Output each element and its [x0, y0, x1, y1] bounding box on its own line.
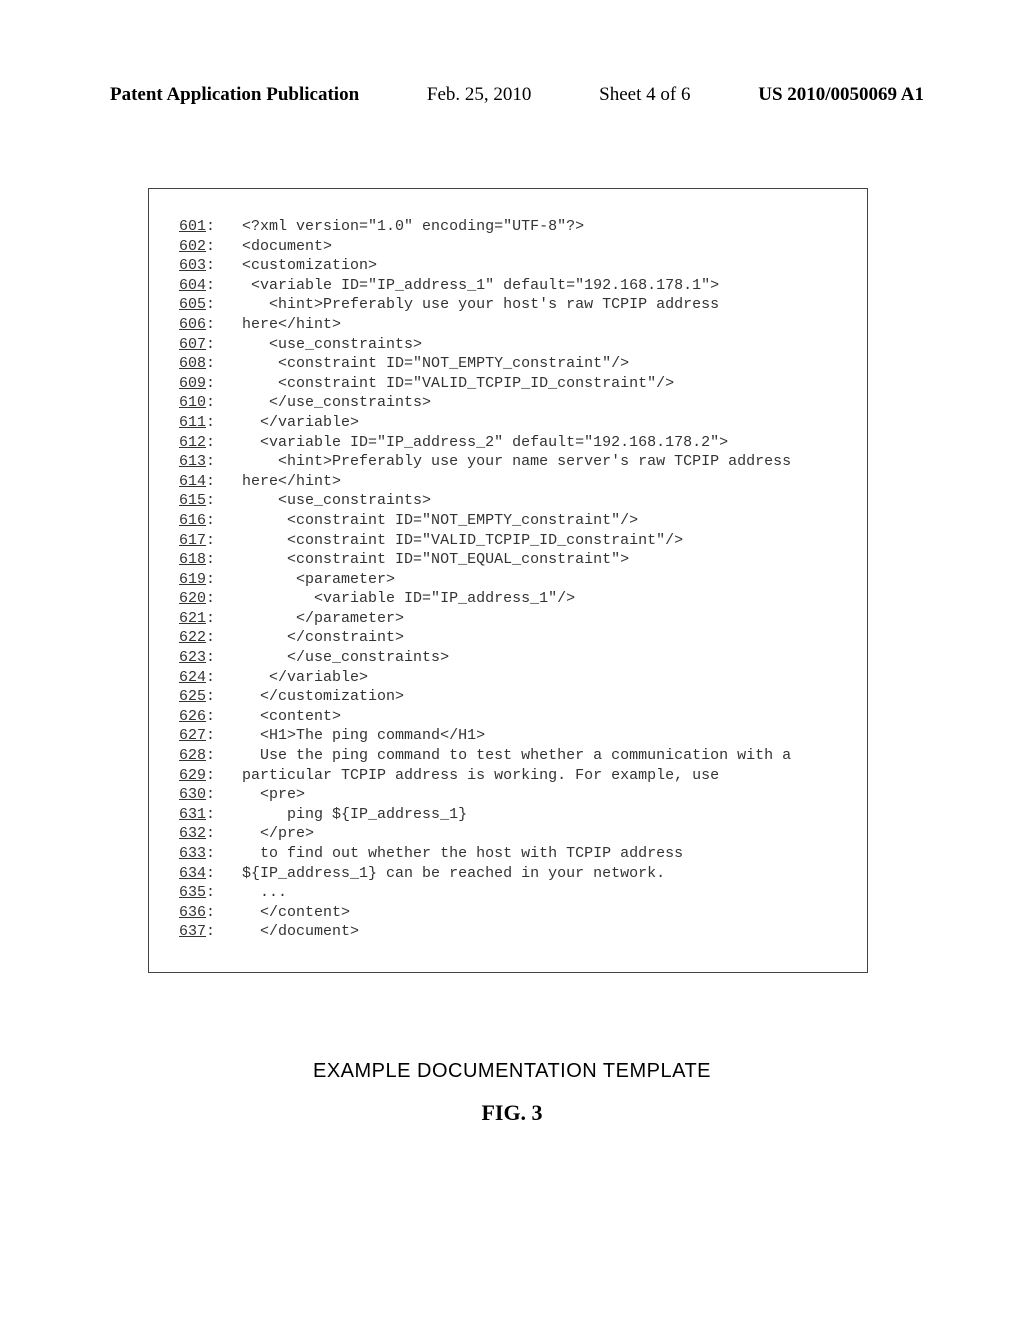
line-number: 635	[179, 884, 206, 901]
code-text: <use_constraints>	[242, 336, 422, 353]
line-number: 605	[179, 296, 206, 313]
code-text: <content>	[242, 708, 341, 725]
code-text: <constraint ID="NOT_EQUAL_constraint">	[242, 551, 629, 568]
code-text: ...	[242, 884, 287, 901]
line-number: 612	[179, 434, 206, 451]
line-number: 619	[179, 571, 206, 588]
line-number: 608	[179, 355, 206, 372]
line-number: 634	[179, 865, 206, 882]
code-text: <customization>	[242, 257, 377, 274]
line-number: 610	[179, 394, 206, 411]
code-text: to find out whether the host with TCPIP …	[242, 845, 683, 862]
line-number: 614	[179, 473, 206, 490]
code-text: <variable ID="IP_address_1" default="192…	[242, 277, 719, 294]
line-number: 616	[179, 512, 206, 529]
code-text: <constraint ID="VALID_TCPIP_ID_constrain…	[242, 532, 683, 549]
line-number: 603	[179, 257, 206, 274]
line-number: 629	[179, 767, 206, 784]
code-text: here</hint>	[242, 316, 341, 333]
line-number: 637	[179, 923, 206, 940]
code-text: </variable>	[242, 414, 359, 431]
code-text: here</hint>	[242, 473, 341, 490]
code-text: ping ${IP_address_1}	[242, 806, 467, 823]
code-text: </customization>	[242, 688, 404, 705]
code-text: <variable ID="IP_address_2" default="192…	[242, 434, 728, 451]
line-number: 632	[179, 825, 206, 842]
line-number: 609	[179, 375, 206, 392]
code-text: </parameter>	[242, 610, 404, 627]
code-text: </constraint>	[242, 629, 404, 646]
line-number: 631	[179, 806, 206, 823]
code-text: </pre>	[242, 825, 314, 842]
line-number: 627	[179, 727, 206, 744]
code-text: <constraint ID="VALID_TCPIP_ID_constrain…	[242, 375, 674, 392]
code-text: </content>	[242, 904, 350, 921]
code-text: </variable>	[242, 669, 368, 686]
code-listing-box: 601: <?xml version="1.0" encoding="UTF-8…	[148, 188, 868, 973]
line-number: 630	[179, 786, 206, 803]
line-number: 602	[179, 238, 206, 255]
sheet-number: Sheet 4 of 6	[599, 84, 690, 106]
line-number: 601	[179, 218, 206, 235]
line-number: 622	[179, 629, 206, 646]
code-text: <H1>The ping command</H1>	[242, 727, 485, 744]
line-number: 624	[179, 669, 206, 686]
code-text: <hint>Preferably use your host's raw TCP…	[242, 296, 719, 313]
code-text: <hint>Preferably use your name server's …	[242, 453, 791, 470]
publication-date: Feb. 25, 2010	[427, 84, 532, 106]
line-number: 623	[179, 649, 206, 666]
figure-caption: EXAMPLE DOCUMENTATION TEMPLATE	[0, 1060, 1024, 1083]
publication-label: Patent Application Publication	[110, 84, 359, 106]
line-number: 628	[179, 747, 206, 764]
publication-number: US 2010/0050069 A1	[758, 84, 924, 106]
line-number: 636	[179, 904, 206, 921]
line-number: 617	[179, 532, 206, 549]
code-text: <constraint ID="NOT_EMPTY_constraint"/>	[242, 512, 638, 529]
page-header: Patent Application Publication Feb. 25, …	[0, 84, 1024, 106]
line-number: 618	[179, 551, 206, 568]
code-text: <use_constraints>	[242, 492, 431, 509]
code-text: Use the ping command to test whether a c…	[242, 747, 791, 764]
code-text: <constraint ID="NOT_EMPTY_constraint"/>	[242, 355, 629, 372]
line-number: 633	[179, 845, 206, 862]
code-text: <document>	[242, 238, 332, 255]
line-number: 606	[179, 316, 206, 333]
code-text: particular TCPIP address is working. For…	[242, 767, 719, 784]
code-text: </use_constraints>	[242, 649, 449, 666]
line-number: 611	[179, 414, 206, 431]
figure-label: FIG. 3	[0, 1100, 1024, 1126]
line-number: 615	[179, 492, 206, 509]
code-text: <variable ID="IP_address_1"/>	[242, 590, 575, 607]
line-number: 613	[179, 453, 206, 470]
page: Patent Application Publication Feb. 25, …	[0, 0, 1024, 1320]
code-text: <pre>	[242, 786, 305, 803]
line-number: 604	[179, 277, 206, 294]
line-number: 607	[179, 336, 206, 353]
line-number: 626	[179, 708, 206, 725]
code-text: <parameter>	[242, 571, 395, 588]
line-number: 621	[179, 610, 206, 627]
code-text: <?xml version="1.0" encoding="UTF-8"?>	[242, 218, 584, 235]
line-number: 625	[179, 688, 206, 705]
code-text: ${IP_address_1} can be reached in your n…	[242, 865, 665, 882]
code-text: </document>	[242, 923, 359, 940]
code-text: </use_constraints>	[242, 394, 431, 411]
line-number: 620	[179, 590, 206, 607]
